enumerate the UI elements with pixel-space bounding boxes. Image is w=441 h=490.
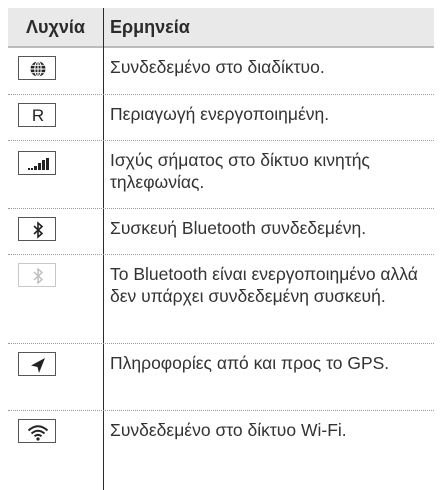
table-row: Συσκευή Bluetooth συνδεδεμένη. <box>8 209 434 255</box>
table-row: Πληροφορίες από και προς το GPS. <box>8 344 434 411</box>
indicator-table: Λυχνία Ερμηνεία Συνδεδεμένο στο διαδίκτυ… <box>8 8 434 490</box>
row-meaning: Πληροφορίες από και προς το GPS. <box>110 353 390 373</box>
table-row: Το Bluetooth είναι ενεργοποιημένο αλλά δ… <box>8 255 434 344</box>
gps-arrow-icon <box>18 352 56 376</box>
globe-icon <box>18 56 56 80</box>
signal-strength-icon <box>18 151 56 175</box>
row-meaning: Συνδεδεμένο στο δίκτυο Wi-Fi. <box>110 420 347 440</box>
wifi-icon <box>18 419 56 443</box>
row-meaning: Συσκευή Bluetooth συνδεδεμένη. <box>110 218 367 238</box>
table-header: Λυχνία Ερμηνεία <box>8 8 434 48</box>
header-meaning-column: Ερμηνεία <box>110 17 190 37</box>
roaming-r-icon: R <box>18 103 56 127</box>
table-row: Συνδεδεμένο στο διαδίκτυο. <box>8 48 434 95</box>
row-meaning: Περιαγωγή ενεργοποιημένη. <box>110 104 330 124</box>
bluetooth-icon <box>18 217 56 241</box>
table-row: Συνδεδεμένο στο δίκτυο Wi-Fi. <box>8 411 434 457</box>
bluetooth-faded-icon <box>18 263 56 287</box>
row-meaning: Ισχύς σήματος στο δίκτυο κινητής τηλεφων… <box>110 150 370 192</box>
table-row: R Περιαγωγή ενεργοποιημένη. <box>8 95 434 141</box>
row-meaning: Το Bluetooth είναι ενεργοποιημένο αλλά δ… <box>110 264 418 306</box>
row-meaning: Συνδεδεμένο στο διαδίκτυο. <box>110 57 325 77</box>
table-row: Ισχύς σήματος στο δίκτυο κινητής τηλεφων… <box>8 141 434 209</box>
header-icon-column: Λυχνία <box>26 17 85 37</box>
